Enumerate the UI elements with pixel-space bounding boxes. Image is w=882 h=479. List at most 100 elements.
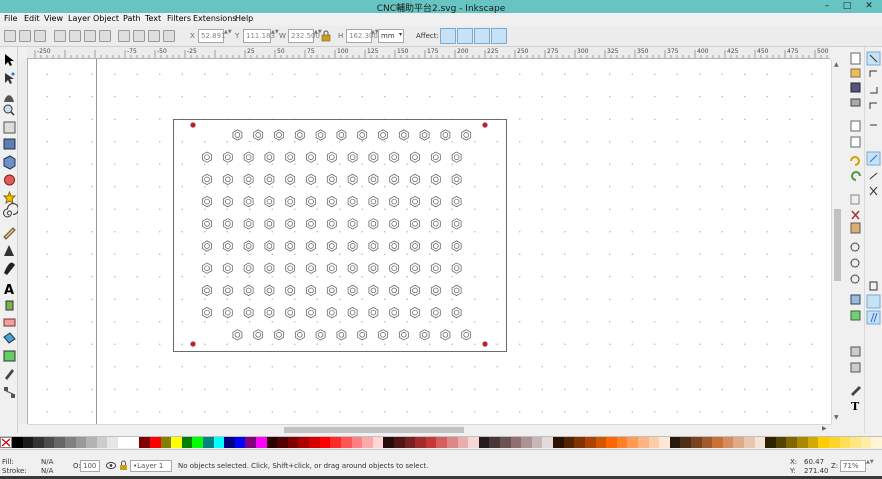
hex-nut[interactable] xyxy=(306,306,316,319)
drawing-layer[interactable] xyxy=(28,59,831,424)
color-swatch[interactable] xyxy=(330,437,341,448)
color-swatch[interactable] xyxy=(12,437,23,448)
hex-nut[interactable] xyxy=(253,129,264,141)
hex-nut[interactable] xyxy=(410,173,420,186)
w-stepper[interactable]: ▲▼ xyxy=(314,29,322,43)
color-swatch[interactable] xyxy=(563,437,575,448)
layer-lock-icon[interactable] xyxy=(119,460,128,471)
color-swatch[interactable] xyxy=(510,437,522,448)
color-swatch[interactable] xyxy=(584,437,596,448)
hex-nut[interactable] xyxy=(285,218,296,230)
hex-nut[interactable] xyxy=(410,240,420,252)
horizontal-ruler[interactable]: -250 -75 -50 -25 25 50 75 100 125 150 175 200 225 250… xyxy=(27,47,830,59)
hex-nut[interactable] xyxy=(451,306,462,319)
hex-nut[interactable] xyxy=(410,284,420,297)
hex-nut[interactable] xyxy=(274,129,284,141)
color-swatch[interactable] xyxy=(149,437,161,448)
hex-nut[interactable] xyxy=(285,284,296,297)
color-swatch[interactable] xyxy=(574,437,585,448)
color-swatch[interactable] xyxy=(839,437,851,448)
hex-nut[interactable] xyxy=(368,195,379,208)
hex-nut[interactable] xyxy=(347,262,358,274)
top-right-hole[interactable] xyxy=(482,122,488,128)
hex-nut[interactable] xyxy=(243,284,254,297)
color-swatch[interactable] xyxy=(850,437,861,448)
color-swatch[interactable] xyxy=(521,437,532,448)
hex-nut[interactable] xyxy=(326,262,337,274)
hex-nut[interactable] xyxy=(451,240,462,252)
lock-icon[interactable] xyxy=(321,30,331,42)
hex-nut[interactable] xyxy=(202,240,212,252)
hex-nut[interactable] xyxy=(294,329,305,341)
hex-nut[interactable] xyxy=(222,240,233,252)
hex-nut[interactable] xyxy=(243,262,254,274)
color-swatch[interactable] xyxy=(489,437,501,448)
color-swatch[interactable] xyxy=(362,437,373,448)
color-swatch[interactable] xyxy=(245,437,257,448)
color-swatch[interactable] xyxy=(54,437,66,448)
color-swatch[interactable] xyxy=(22,437,34,448)
color-swatch[interactable] xyxy=(659,437,670,448)
hex-nut[interactable] xyxy=(430,262,441,274)
hex-nut[interactable] xyxy=(264,218,275,230)
hex-nut[interactable] xyxy=(368,173,379,186)
hex-nut[interactable] xyxy=(264,306,275,319)
color-swatch[interactable] xyxy=(733,437,745,448)
hex-nut[interactable] xyxy=(451,151,462,163)
hex-nut[interactable] xyxy=(389,195,400,208)
color-swatch[interactable] xyxy=(75,437,87,448)
minimize-button[interactable]: – xyxy=(816,0,838,13)
color-swatch[interactable] xyxy=(648,437,660,448)
hex-nut[interactable] xyxy=(410,195,420,208)
color-swatch[interactable] xyxy=(287,437,299,448)
hex-nut[interactable] xyxy=(451,262,462,274)
hex-nut[interactable] xyxy=(326,284,337,297)
hex-nut[interactable] xyxy=(264,284,275,297)
color-swatch[interactable] xyxy=(701,437,713,448)
lower-to-bottom-icon[interactable] xyxy=(163,30,175,42)
hex-nut[interactable] xyxy=(368,240,379,252)
transform-gradients-icon[interactable] xyxy=(474,28,490,44)
color-swatch[interactable] xyxy=(256,437,267,448)
menu-extensions[interactable]: Extensions xyxy=(193,14,236,23)
vertical-scrollbar[interactable]: ▲ ▼ xyxy=(831,59,842,424)
hex-nut[interactable] xyxy=(285,151,296,163)
menu-filters[interactable]: Filters xyxy=(167,14,191,23)
zoom-stepper[interactable]: ▲▼ xyxy=(866,459,874,471)
color-swatch[interactable] xyxy=(65,437,76,448)
hex-nut[interactable] xyxy=(285,240,296,252)
color-swatch[interactable] xyxy=(680,437,691,448)
color-swatch[interactable] xyxy=(616,437,628,448)
color-swatch[interactable] xyxy=(309,437,320,448)
transform-patterns-icon[interactable] xyxy=(491,28,507,44)
color-swatch[interactable] xyxy=(277,437,288,448)
select-all-layers-icon[interactable] xyxy=(19,30,31,42)
color-swatch[interactable] xyxy=(468,437,479,448)
color-swatch[interactable] xyxy=(128,437,140,448)
unit-select[interactable]: mm ▾ xyxy=(378,29,404,43)
color-swatch[interactable] xyxy=(669,437,681,448)
zoom-input[interactable]: 71% xyxy=(840,460,866,472)
hex-nut[interactable] xyxy=(378,129,388,141)
hex-nut[interactable] xyxy=(451,284,462,297)
color-swatch[interactable] xyxy=(722,437,734,448)
hex-nut[interactable] xyxy=(357,129,368,141)
hex-nut[interactable] xyxy=(378,329,388,341)
hex-nut[interactable] xyxy=(357,329,368,341)
bottom-left-hole[interactable] xyxy=(190,341,196,347)
hex-nut[interactable] xyxy=(347,240,358,252)
raise-icon[interactable] xyxy=(133,30,145,42)
scroll-down-icon[interactable]: ▼ xyxy=(834,414,839,421)
hex-nut[interactable] xyxy=(202,195,212,208)
color-swatch[interactable] xyxy=(595,437,607,448)
hex-nut[interactable] xyxy=(222,262,233,274)
vertical-scroll-thumb[interactable] xyxy=(834,209,841,281)
color-swatch[interactable] xyxy=(446,437,458,448)
hex-nut[interactable] xyxy=(274,329,284,341)
color-swatch[interactable] xyxy=(828,437,840,448)
lower-icon[interactable] xyxy=(148,30,160,42)
color-palette[interactable] xyxy=(0,436,882,448)
hex-nut[interactable] xyxy=(347,151,358,163)
color-swatch[interactable] xyxy=(627,437,638,448)
x-stepper[interactable]: ▲▼ xyxy=(224,29,232,43)
